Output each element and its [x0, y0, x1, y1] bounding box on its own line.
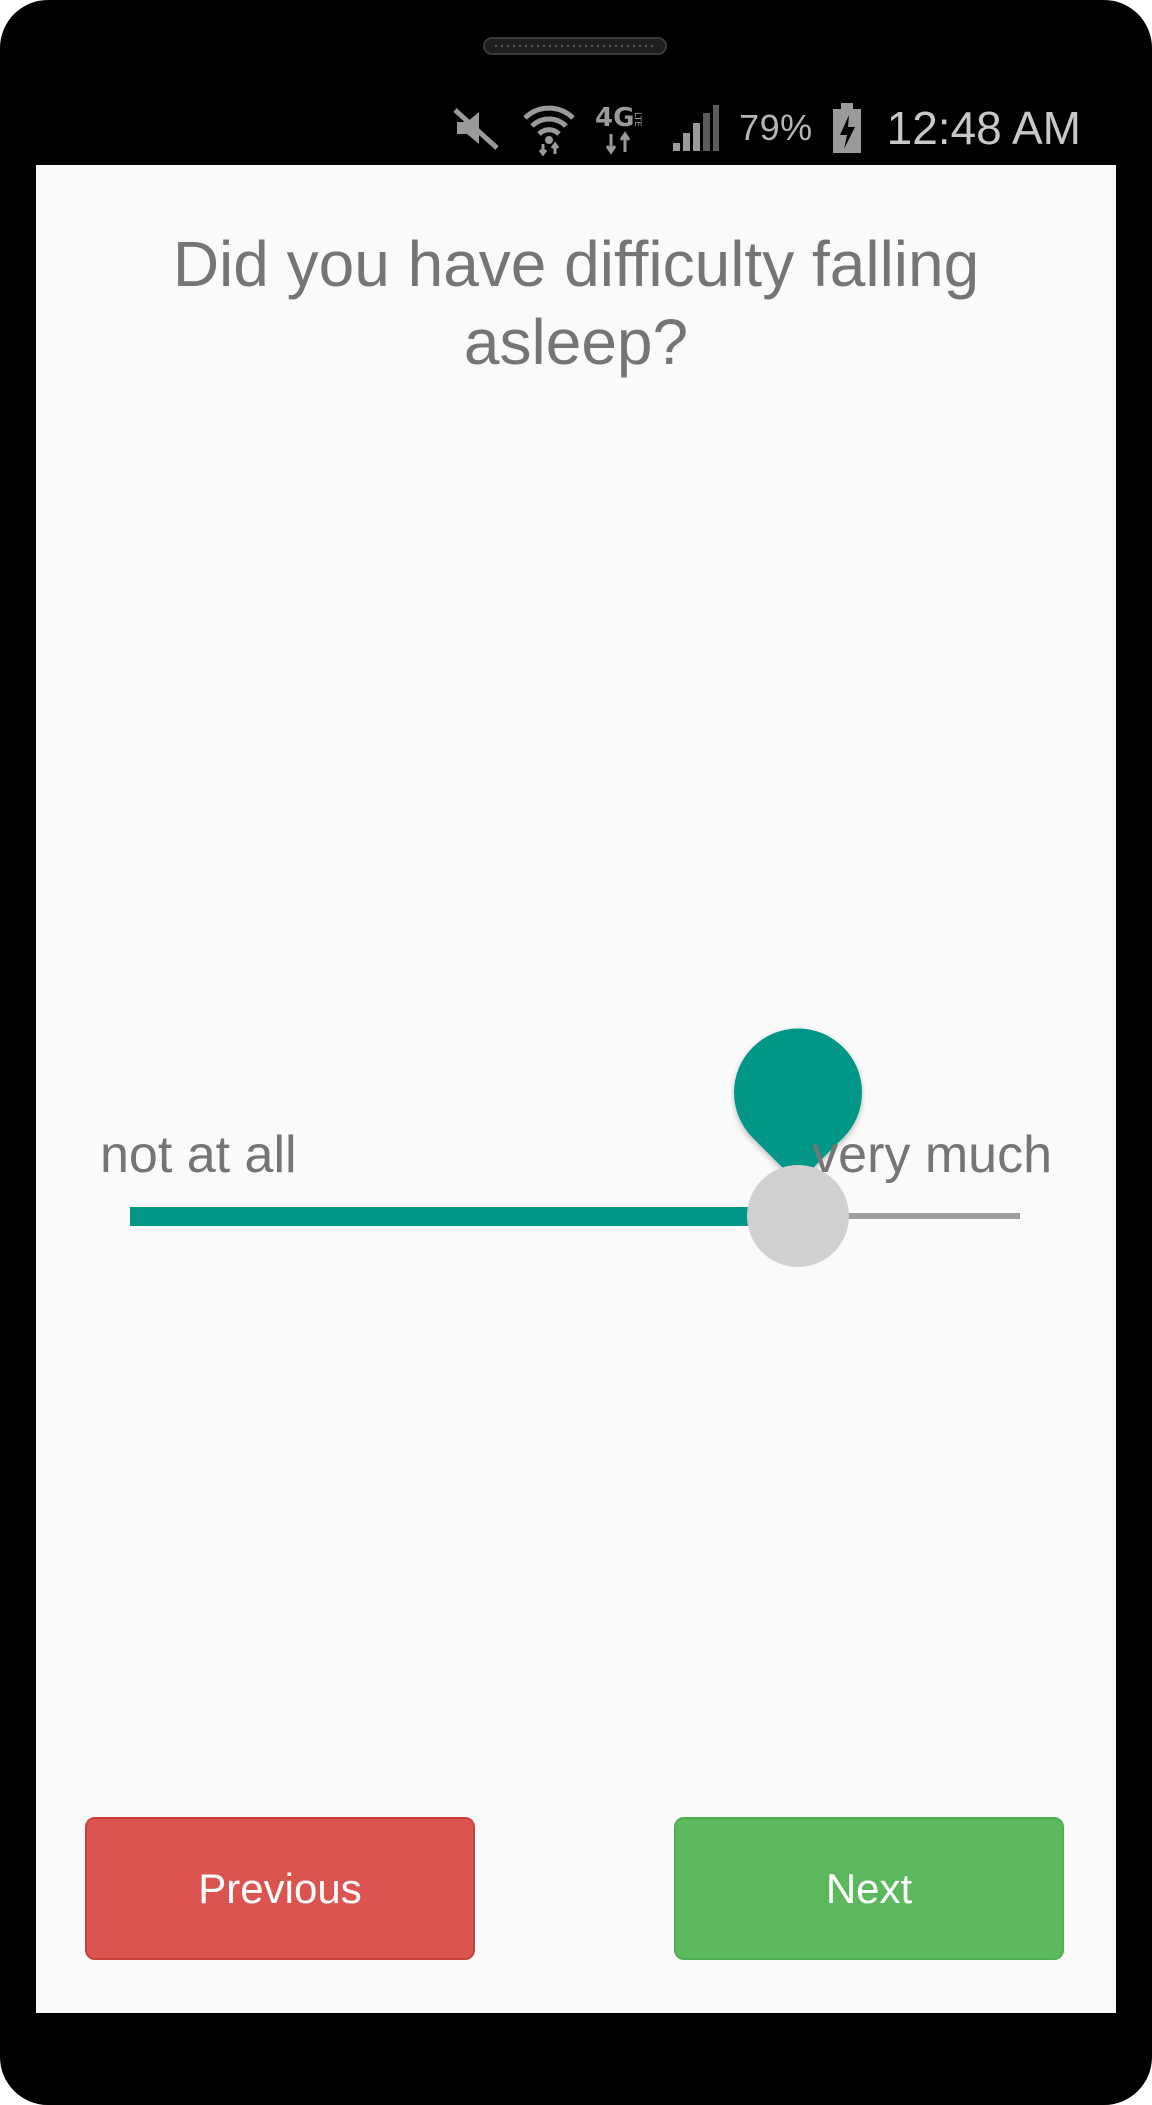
svg-text:LTE: LTE [632, 112, 642, 127]
question-text: Did you have difficulty falling asleep? [172, 228, 980, 378]
signal-icon [671, 103, 721, 153]
battery-charging-icon [831, 101, 863, 155]
mute-icon [451, 104, 503, 152]
speaker-grille [483, 37, 667, 55]
battery-percent: 79% [739, 106, 813, 148]
4g-lte-icon: 4G LTE [595, 100, 653, 156]
previous-button[interactable]: Previous [85, 1817, 475, 1960]
next-button[interactable]: Next [674, 1817, 1064, 1960]
phone-frame: 4G LTE 79% 12:48 AM Did you have difficu… [0, 0, 1152, 2105]
clock: 12:48 AM [886, 101, 1081, 154]
wifi-icon [521, 100, 577, 156]
svg-text:4G: 4G [595, 103, 634, 133]
app-screen: Did you have difficulty falling asleep? … [36, 165, 1116, 2013]
slider-max-label: very much [812, 1126, 1052, 1184]
slider-min-label: not at all [100, 1126, 297, 1184]
status-bar: 4G LTE 79% 12:48 AM [36, 90, 1116, 165]
slider-track-fill [130, 1207, 798, 1226]
